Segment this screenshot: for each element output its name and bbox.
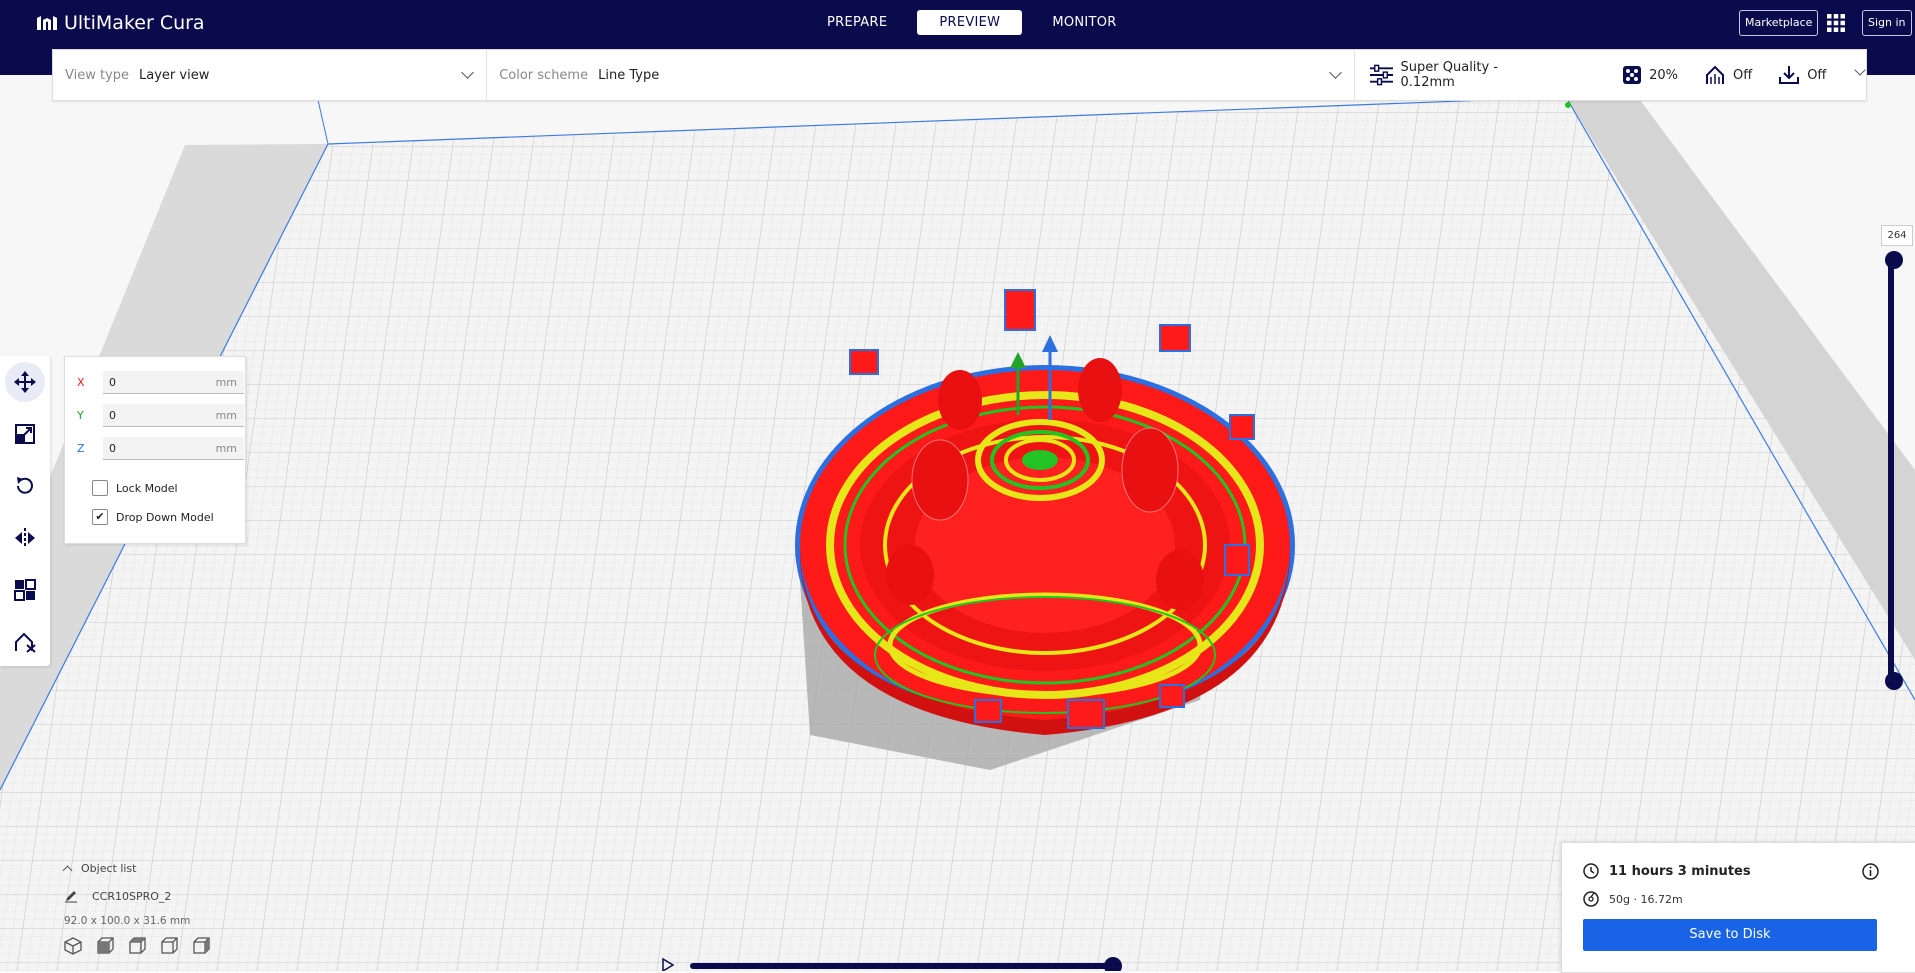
lock-model-label: Lock Model [116, 481, 178, 495]
layer-number-label: 264 [1881, 225, 1913, 246]
play-icon[interactable] [661, 957, 675, 971]
build-plate-viewport[interactable]: 264 [0, 75, 1915, 971]
view-type-dropdown[interactable]: View type Layer view [53, 50, 488, 100]
object-list-toggle[interactable]: Object list [62, 862, 210, 875]
z-coordinate-field[interactable]: Z 0 mm [77, 437, 244, 461]
profile-item: Super Quality - 0.12mm [1369, 60, 1550, 90]
support-value: Off [1732, 67, 1753, 83]
y-input[interactable]: 0 [109, 409, 116, 422]
object-list-item[interactable]: CCR10SPRO_2 [64, 889, 210, 903]
y-axis-label: Y [77, 409, 84, 422]
top-view-icon[interactable] [128, 937, 146, 955]
move-tool-panel: X 0 mm Y 0 mm Z 0 mm Lock Model ✔ Drop D… [64, 356, 246, 544]
drop-down-model-label: Drop Down Model [116, 510, 214, 524]
app-logo: UltiMaker Cura [36, 12, 205, 34]
material-row: 50g · 16.72m [1583, 891, 1683, 907]
marketplace-button[interactable]: Marketplace [1739, 10, 1819, 36]
object-list-header: Object list [81, 862, 137, 875]
z-input[interactable]: 0 [109, 442, 116, 455]
profile-name: Super Quality - 0.12mm [1400, 60, 1499, 90]
adhesion-item: Off [1778, 65, 1826, 85]
left-view-icon[interactable] [160, 937, 178, 955]
right-view-icon[interactable] [192, 937, 210, 955]
rotate-icon [17, 477, 33, 494]
z-unit: mm [215, 442, 237, 455]
drop-down-model-checkbox[interactable]: ✔ Drop Down Model [92, 509, 214, 525]
move-icon [14, 371, 36, 393]
layer-slider-track[interactable] [1888, 253, 1894, 683]
checkmark-icon[interactable]: ✔ [92, 509, 108, 525]
3d-view-icon[interactable] [64, 937, 82, 955]
tab-monitor[interactable]: MONITOR [1030, 10, 1138, 35]
infill-item: 20% [1622, 65, 1678, 85]
support-blocker-tool-button[interactable] [5, 622, 45, 662]
chevron-up-icon [62, 865, 73, 875]
scale-icon [15, 424, 35, 444]
tab-prepare[interactable]: PREPARE [805, 10, 909, 35]
y-coordinate-field[interactable]: Y 0 mm [77, 404, 244, 428]
stage-tabs: PREPARE PREVIEW MONITOR [805, 10, 1139, 35]
print-settings-selector[interactable]: Super Quality - 0.12mm 20% Off Off [1355, 50, 1867, 100]
x-unit: mm [215, 376, 237, 389]
adhesion-value: Off [1807, 67, 1827, 83]
ultimaker-logo-icon [37, 16, 57, 30]
color-scheme-label: Color scheme [499, 67, 589, 83]
sliders-icon [1369, 64, 1393, 86]
path-slider-track[interactable] [690, 963, 1112, 969]
rotate-tool-button[interactable] [5, 466, 45, 506]
layer-slider-lower-handle[interactable] [1885, 672, 1903, 690]
mirror-icon [15, 528, 35, 548]
support-item: Off [1704, 65, 1752, 85]
clock-icon [1583, 863, 1599, 879]
tab-preview[interactable]: PREVIEW [917, 10, 1023, 35]
infill-icon [1623, 66, 1642, 84]
object-dimensions: 92.0 x 100.0 x 31.6 mm [64, 915, 191, 927]
view-type-value: Layer view [139, 67, 210, 83]
lock-model-checkbox[interactable]: Lock Model [92, 480, 178, 496]
pencil-icon [65, 891, 77, 903]
camera-view-buttons [64, 937, 210, 955]
spool-icon [1583, 891, 1599, 907]
material-usage: 50g · 16.72m [1609, 892, 1683, 906]
sign-in-button[interactable]: Sign in [1862, 10, 1912, 36]
y-unit: mm [215, 409, 237, 422]
support-icon [1705, 65, 1724, 84]
print-time: 11 hours 3 minutes [1609, 863, 1751, 879]
front-view-icon[interactable] [96, 937, 114, 955]
view-type-label: View type [65, 67, 130, 83]
color-scheme-value: Line Type [598, 67, 660, 83]
x-axis-label: X [77, 376, 85, 389]
scale-tool-button[interactable] [5, 414, 45, 454]
per-model-settings-tool-button[interactable] [5, 570, 45, 610]
chevron-down-icon [1854, 64, 1867, 80]
layer-slider-upper-handle[interactable] [1885, 251, 1903, 269]
view-settings-bar: View type Layer view Color scheme Line T… [52, 49, 1867, 101]
infill-value: 20% [1649, 67, 1678, 83]
x-input[interactable]: 0 [109, 376, 116, 389]
print-time-row: 11 hours 3 minutes [1583, 863, 1751, 879]
object-name: CCR10SPRO_2 [92, 889, 172, 903]
apps-grid-icon[interactable] [1826, 13, 1846, 33]
z-axis-label: Z [77, 442, 85, 455]
move-tool-button[interactable] [5, 362, 45, 402]
chevron-down-icon [461, 66, 475, 79]
app-title: UltiMaker Cura [64, 12, 205, 34]
mirror-tool-button[interactable] [5, 518, 45, 558]
color-scheme-dropdown[interactable]: Color scheme Line Type [487, 50, 1355, 100]
print-information-card: 11 hours 3 minutes 50g · 16.72m Save to … [1561, 842, 1915, 973]
build-plate-scene [0, 96, 1915, 971]
path-slider-handle[interactable] [1104, 957, 1122, 971]
chevron-down-icon [1328, 66, 1342, 79]
checkbox-unchecked[interactable] [92, 480, 108, 496]
support-blocker-icon [15, 632, 36, 653]
info-icon[interactable] [1862, 863, 1879, 880]
save-to-disk-button[interactable]: Save to Disk [1583, 919, 1877, 951]
adhesion-icon [1779, 66, 1800, 84]
x-coordinate-field[interactable]: X 0 mm [77, 371, 244, 395]
tool-sidebar [0, 356, 50, 666]
object-list-panel: Object list CCR10SPRO_2 92.0 x 100.0 x 3… [62, 862, 210, 955]
per-model-settings-icon [14, 579, 36, 601]
